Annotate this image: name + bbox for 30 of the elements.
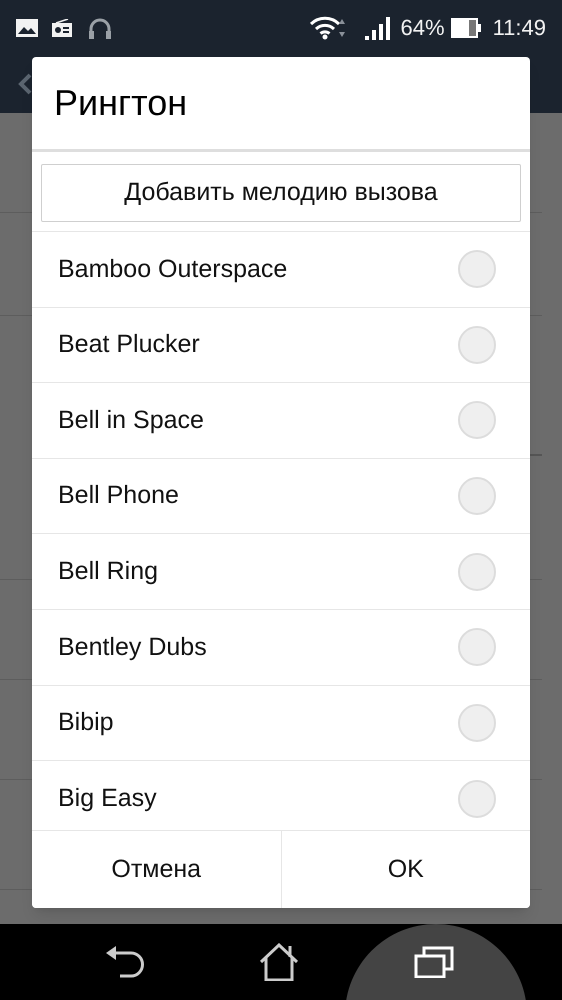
ringtone-item[interactable]: Bell in Space: [32, 383, 530, 459]
radio-button[interactable]: [458, 628, 496, 666]
radio-icon: [52, 18, 72, 36]
radio-button[interactable]: [458, 780, 496, 818]
dialog-title: Рингтон: [54, 81, 188, 125]
radio-button[interactable]: [458, 477, 496, 516]
signal-icon: [364, 16, 393, 40]
home-icon: [259, 943, 299, 981]
ringtone-item[interactable]: Bell Phone: [32, 458, 530, 534]
ringtone-item[interactable]: Bell Ring: [32, 534, 530, 610]
ringtone-item[interactable]: Beat Plucker: [32, 308, 530, 384]
headphones-icon: [88, 16, 112, 38]
battery-percent: 64%: [400, 14, 445, 42]
ringtone-item[interactable]: Big Easy: [32, 761, 530, 830]
ringtone-item[interactable]: Bibip: [32, 686, 530, 762]
radio-button[interactable]: [458, 552, 496, 591]
battery-icon: [450, 18, 481, 38]
clock: 11:49: [492, 14, 546, 42]
cancel-button[interactable]: Отмена: [32, 831, 280, 908]
radio-button[interactable]: [458, 250, 496, 288]
add-ringtone-button[interactable]: Добавить мелодию вызова: [41, 164, 521, 222]
image-icon: [16, 18, 38, 36]
ok-button[interactable]: OK: [280, 831, 530, 908]
recent-apps-icon: [414, 946, 454, 978]
back-icon: [104, 945, 144, 979]
ringtone-item[interactable]: Bentley Dubs: [32, 610, 530, 686]
ringtone-item[interactable]: Bamboo Outerspace: [32, 232, 530, 308]
radio-button[interactable]: [458, 704, 496, 742]
radio-button[interactable]: [458, 401, 496, 440]
radio-button[interactable]: [458, 326, 496, 364]
